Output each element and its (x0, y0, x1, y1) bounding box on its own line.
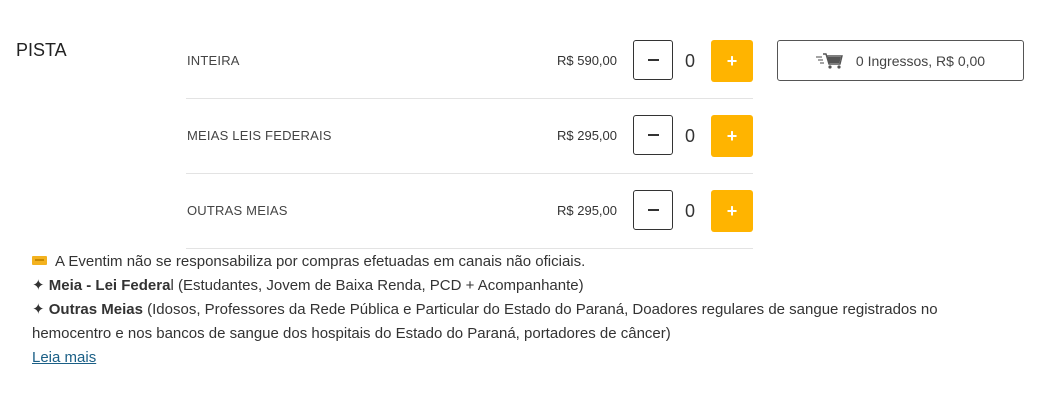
purchase-notes: A Eventim não se responsabiliza por comp… (32, 250, 1012, 370)
increase-quantity-button[interactable]: + (711, 115, 753, 157)
meia-lei-federal-line: ✦ Meia - Lei Federal (Estudantes, Jovem … (32, 274, 1012, 298)
read-more-line: Leia mais (32, 346, 1012, 370)
decrease-quantity-button[interactable] (633, 115, 673, 155)
cart-summary-label: 0 Ingressos, R$ 0,00 (855, 52, 986, 69)
ticket-name: OUTRAS MEIAS (187, 203, 288, 218)
quantity-value: 0 (684, 126, 695, 146)
ticket-price: R$ 295,00 (557, 203, 617, 218)
ticket-price: R$ 590,00 (557, 53, 617, 68)
sparkle-icon: ✦ (32, 277, 49, 294)
outras-title: Outras Meias (48, 301, 143, 318)
section-title: PISTA (16, 40, 67, 60)
minus-icon (647, 59, 659, 61)
ticket-name: MEIAS LEIS FEDERAIS (187, 128, 332, 143)
decrease-quantity-button[interactable] (633, 190, 673, 230)
ticket-list: INTEIRA R$ 590,00 0 + MEIAS LEIS FEDERAI… (186, 24, 753, 249)
outras-meias-line: ✦ Outras Meias (Idosos, Professores da R… (32, 298, 1012, 346)
quantity-value: 0 (684, 201, 695, 221)
increase-quantity-button[interactable]: + (711, 40, 753, 82)
disclaimer-line: A Eventim não se responsabiliza por comp… (32, 250, 1012, 274)
meia-title: Meia - Lei Federa (48, 277, 171, 294)
ticket-icon (32, 256, 47, 265)
ticket-row: INTEIRA R$ 590,00 0 + (186, 24, 753, 99)
increase-quantity-button[interactable]: + (711, 190, 753, 232)
cart-summary-button[interactable]: 0 Ingressos, R$ 0,00 (777, 40, 1024, 81)
meia-description: l (Estudantes, Jovem de Baixa Renda, PCD… (170, 277, 584, 294)
ticket-price: R$ 295,00 (557, 128, 617, 143)
ticket-row: MEIAS LEIS FEDERAIS R$ 295,00 0 + (186, 99, 753, 174)
read-more-link[interactable]: Leia mais (32, 349, 96, 366)
outras-description: (Idosos, Professores da Rede Pública e P… (32, 301, 938, 342)
minus-icon (647, 134, 659, 136)
ticket-row: OUTRAS MEIAS R$ 295,00 0 + (186, 174, 753, 249)
decrease-quantity-button[interactable] (633, 40, 673, 80)
quantity-value: 0 (684, 51, 695, 71)
minus-icon (647, 209, 659, 211)
cart-icon (815, 52, 843, 69)
ticket-name: INTEIRA (187, 53, 240, 68)
disclaimer-text: A Eventim não se responsabiliza por comp… (55, 253, 586, 270)
sparkle-icon: ✦ (32, 301, 49, 318)
